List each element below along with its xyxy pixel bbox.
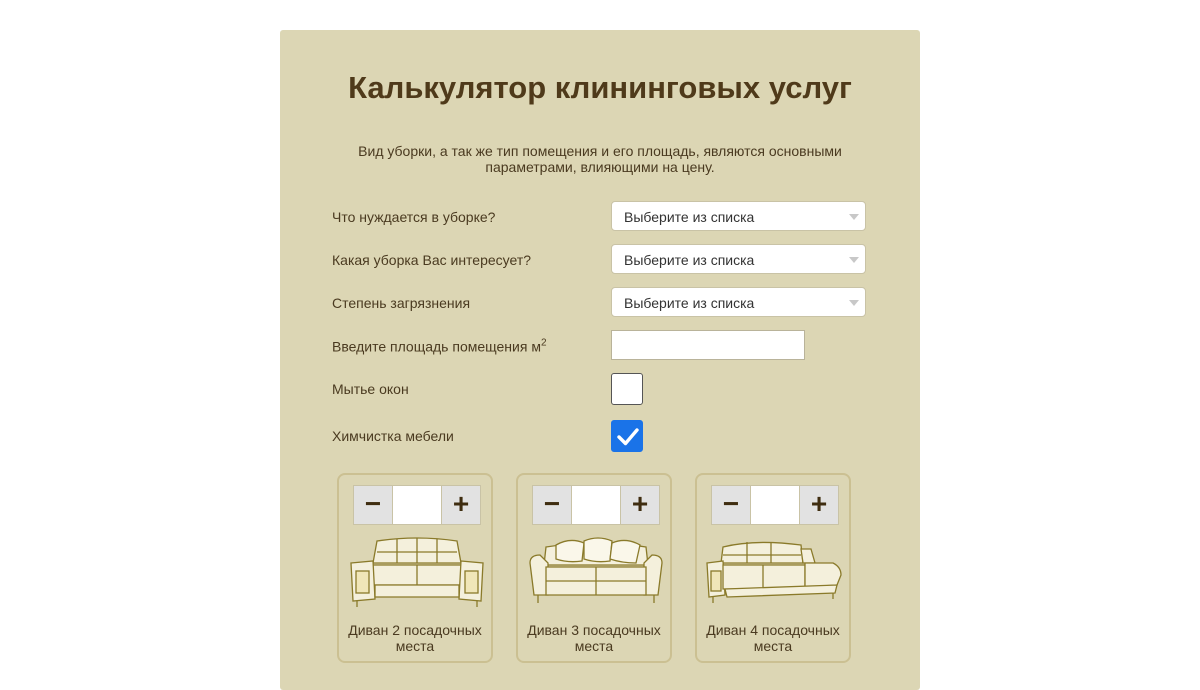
windows-checkbox[interactable] [611,373,643,405]
form-row-dirt-level: Степень загрязнения Выберите из списка [332,287,868,319]
form-row-windows: Мытье окон [332,373,868,405]
item-name: Диван 2 посадочных места [348,622,482,654]
quantity-stepper: − + [353,485,481,525]
form-row-cleaning-object: Что нуждается в уборке? Выберите из спис… [332,201,868,233]
minus-button[interactable]: − [533,486,572,524]
field-label: Степень загрязнения [332,295,471,311]
sofa-icon [350,537,484,607]
page-title: Калькулятор клининговых услуг [348,70,852,105]
quantity-stepper: − + [711,485,839,525]
sofa-icon [706,541,842,603]
form-row-furniture: Химчистка мебели [332,420,868,452]
area-label: Введите площадь помещения м2 [332,337,547,355]
checkmark-icon [617,428,639,446]
quantity-input[interactable] [751,486,799,524]
quantity-input[interactable] [572,486,620,524]
form-row-cleaning-type: Какая уборка Вас интересует? Выберите из… [332,244,868,276]
sofa-card-3-seats: − + Диван 3 посадочных места [516,473,672,663]
item-name: Диван 4 посадочных места [706,622,840,654]
chevron-down-icon [849,257,859,263]
windows-label: Мытье окон [332,381,409,397]
area-input[interactable] [611,330,805,360]
page-subtitle: Вид уборки, а так же тип помещения и его… [358,143,842,175]
select-value: Выберите из списка [624,209,755,225]
plus-button[interactable]: + [441,486,480,524]
chevron-down-icon [849,300,859,306]
minus-button[interactable]: − [712,486,751,524]
minus-button[interactable]: − [354,486,393,524]
cleaning-object-select[interactable]: Выберите из списка [611,201,866,231]
sofa-card-2-seats: − + Диван 2 посадочных места [337,473,493,663]
chevron-down-icon [849,214,859,220]
field-label: Какая уборка Вас интересует? [332,252,532,268]
field-label: Что нуждается в уборке? [332,209,496,225]
dirt-level-select[interactable]: Выберите из списка [611,287,866,317]
plus-button[interactable]: + [620,486,659,524]
plus-button[interactable]: + [799,486,838,524]
quantity-stepper: − + [532,485,660,525]
form-row-area: Введите площадь помещения м2 [332,330,868,362]
cleaning-type-select[interactable]: Выберите из списка [611,244,866,274]
calculator-panel: Калькулятор клининговых услуг Вид уборки… [280,30,920,690]
furniture-label: Химчистка мебели [332,428,454,444]
furniture-checkbox[interactable] [611,420,643,452]
quantity-input[interactable] [393,486,441,524]
sofa-card-4-seats: − + Диван 4 посадочных места [695,473,851,663]
select-value: Выберите из списка [624,295,755,311]
select-value: Выберите из списка [624,252,755,268]
sofa-icon [529,537,663,603]
item-name: Диван 3 посадочных места [527,622,661,654]
